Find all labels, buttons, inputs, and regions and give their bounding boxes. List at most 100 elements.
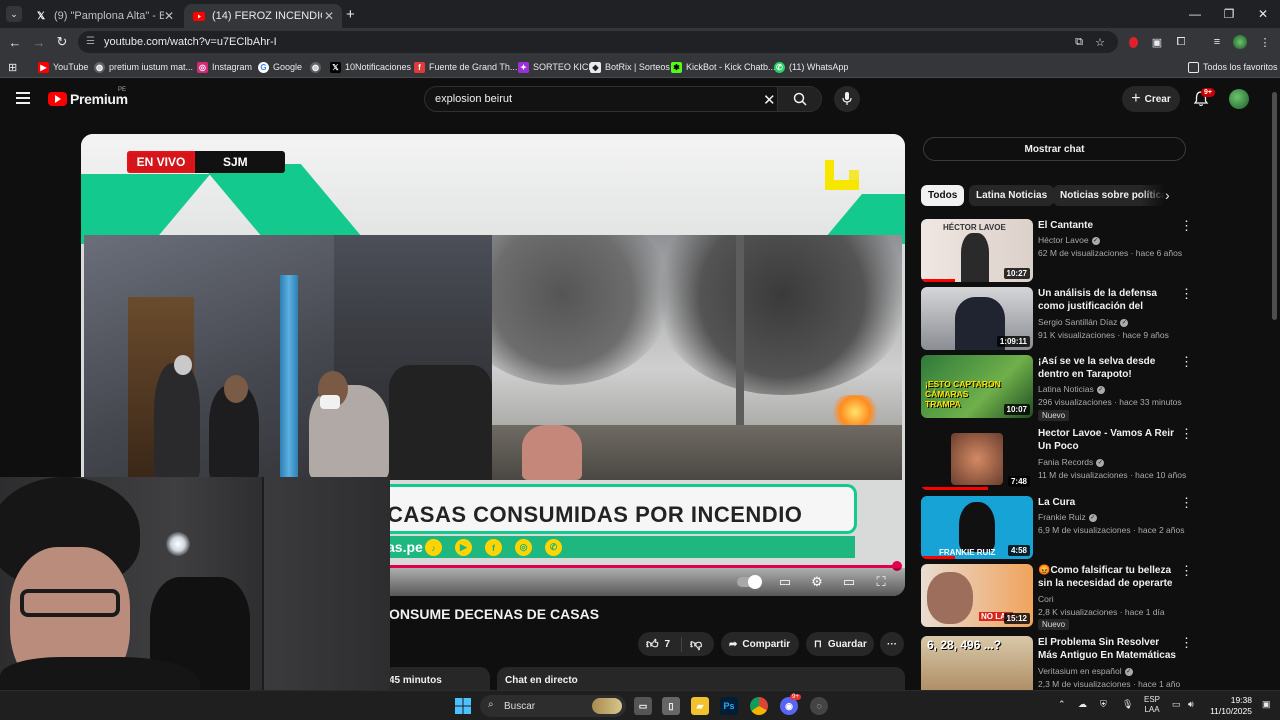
video-thumbnail[interactable]: HÉCTOR LAVOE 10:27: [921, 219, 1033, 282]
video-thumbnail[interactable]: 7:48: [921, 427, 1033, 490]
extension-icon[interactable]: ▣: [1149, 34, 1165, 50]
bookmark-whatsapp[interactable]: ✆ (11) WhatsApp: [774, 60, 848, 74]
reload-icon[interactable]: ↻: [53, 33, 71, 51]
recommendation-item[interactable]: 1:09:11 Un análisis de la defensa como j…: [921, 287, 1193, 351]
tab-youtube[interactable]: (14) FEROZ INCENDIO EN SAN ✕: [184, 4, 342, 28]
recommendation-item[interactable]: 7:48 Hector Lavoe - Vamos A Reir Un Poco…: [921, 427, 1193, 491]
video-thumbnail[interactable]: FRANKIE RUIZ 4:58: [921, 496, 1033, 559]
theater-mode-icon[interactable]: ▭: [840, 573, 858, 591]
tray-chevron-icon[interactable]: ⌃: [1058, 699, 1066, 710]
more-actions-button[interactable]: ···: [880, 632, 904, 656]
menu-icon[interactable]: [16, 92, 30, 104]
more-vert-icon[interactable]: ⋮: [1180, 636, 1191, 649]
volume-icon[interactable]: 🔊︎: [1188, 699, 1194, 710]
windows-start-icon[interactable]: [454, 697, 472, 715]
close-window-icon[interactable]: ✕: [1246, 0, 1280, 28]
bookmark-10notificaciones[interactable]: 𝕏 10Notificaciones: [330, 60, 411, 74]
extension-red-icon[interactable]: [1125, 34, 1141, 50]
app-icon[interactable]: ◌: [810, 697, 828, 715]
more-vert-icon[interactable]: ⋮: [1180, 496, 1193, 509]
chip-latina-noticias[interactable]: Latina Noticias: [969, 185, 1055, 206]
more-vert-icon[interactable]: ⋮: [1180, 287, 1193, 300]
show-chat-button[interactable]: Mostrar chat: [923, 137, 1186, 161]
recommendation-item[interactable]: ¡ESTO CAPTARON CÁMARAS TRAMPA 10:07 ¡Así…: [921, 355, 1193, 421]
bookmark-grand-theft[interactable]: f Fuente de Grand Th...: [414, 60, 517, 74]
bookmark-kickbot[interactable]: ✱ KickBot - Kick Chatb...: [671, 60, 776, 74]
system-clock[interactable]: 19:38 11/10/2025: [1204, 695, 1252, 717]
search-button[interactable]: [777, 87, 821, 111]
onedrive-icon[interactable]: ☁: [1078, 699, 1087, 710]
video-thumbnail[interactable]: 6, 28, 496 ...?: [921, 636, 1033, 690]
profile-avatar-icon[interactable]: [1232, 34, 1248, 50]
subtitles-icon[interactable]: ▭: [776, 573, 794, 591]
bookmark-star-icon[interactable]: ☆: [1092, 34, 1108, 50]
minimize-icon[interactable]: —: [1178, 0, 1212, 28]
language-indicator[interactable]: ESP LAA: [1144, 695, 1160, 715]
video-thumbnail[interactable]: ¡ESTO CAPTARON CÁMARAS TRAMPA 10:07: [921, 355, 1033, 418]
video-thumbnail[interactable]: 1:09:11: [921, 287, 1033, 350]
microphone-icon[interactable]: 🎙︎: [1122, 699, 1133, 710]
bookmark-youtube[interactable]: ▶ YouTube: [38, 60, 88, 74]
network-icon[interactable]: ▭: [1172, 699, 1181, 710]
tab-search-button[interactable]: ⌄: [6, 6, 22, 22]
bookmark-botrix[interactable]: ◆ BotRix | Sorteos: [590, 60, 670, 74]
more-vert-icon[interactable]: ⋮: [1180, 564, 1193, 577]
video-meta-box[interactable]: 45 minutos: [383, 667, 490, 691]
bookmark-instagram[interactable]: ◎ Instagram: [197, 60, 252, 74]
scrollbar-thumb[interactable]: [1272, 92, 1277, 320]
more-vert-icon[interactable]: ⋮: [1180, 219, 1193, 232]
avatar[interactable]: [1229, 89, 1249, 109]
social-strip: as.pe ♪ ▶ f ◎ ✆: [377, 536, 855, 558]
forward-icon[interactable]: →: [30, 33, 48, 51]
chevron-right-icon[interactable]: ›: [1165, 187, 1170, 203]
bookmark-sorteo-kick[interactable]: ✦ SORTEO KICK: [518, 60, 594, 74]
more-vert-icon[interactable]: ⋮: [1180, 427, 1193, 440]
recommendation-item[interactable]: NO LAS 15:12 😡Como falsificar tu belleza…: [921, 564, 1193, 630]
recommendation-item[interactable]: 6, 28, 496 ...? El Problema Sin Resolver…: [921, 636, 1191, 690]
more-vert-icon[interactable]: ⋮: [1180, 355, 1193, 368]
clear-search-icon[interactable]: ✕: [763, 91, 776, 109]
video-thumbnail[interactable]: NO LAS 15:12: [921, 564, 1033, 627]
back-icon[interactable]: ←: [6, 33, 24, 51]
file-explorer-icon[interactable]: ▰: [691, 697, 709, 715]
new-tab-icon[interactable]: +: [346, 6, 355, 23]
chrome-icon[interactable]: [750, 697, 768, 715]
all-bookmarks-folder[interactable]: Todos los favoritos: [1188, 60, 1278, 74]
recommendation-item[interactable]: HÉCTOR LAVOE 10:27 El Cantante Héctor La…: [921, 219, 1193, 283]
security-icon[interactable]: ⛨: [1100, 699, 1107, 710]
photoshop-icon[interactable]: Ps: [720, 697, 738, 715]
autoplay-toggle[interactable]: [737, 575, 762, 589]
tab-x-search[interactable]: 𝕏 (9) "Pamplona Alta" - Buscar / X ✕: [26, 4, 182, 28]
bookmark-unnamed[interactable]: ◍: [310, 60, 325, 74]
like-button[interactable]: 👍︎ 7: [638, 636, 682, 652]
restore-icon[interactable]: ❐: [1212, 0, 1246, 28]
fullscreen-icon[interactable]: ⛶: [872, 573, 890, 591]
close-tab-icon[interactable]: ✕: [324, 9, 334, 23]
extensions-puzzle-icon[interactable]: ⧠: [1173, 34, 1189, 50]
task-view-icon[interactable]: ▭: [634, 697, 652, 715]
chip-todos[interactable]: Todos: [921, 185, 965, 206]
browser-menu-icon[interactable]: ⋮: [1257, 34, 1273, 50]
cast-icon[interactable]: ⧉: [1071, 34, 1087, 50]
bookmark-google[interactable]: G Google: [258, 60, 302, 74]
notifications-icon[interactable]: ▣: [1262, 699, 1271, 710]
dislike-button[interactable]: 👎︎: [682, 637, 702, 652]
live-chat-header[interactable]: Chat en directo: [497, 667, 905, 691]
create-button[interactable]: + Crear: [1122, 86, 1180, 112]
search-input[interactable]: explosion beirut ✕: [424, 86, 822, 112]
taskbar-search[interactable]: ⌕ Buscar: [480, 695, 626, 717]
settings-gear-icon[interactable]: ⚙: [808, 573, 826, 591]
youtube-premium-logo[interactable]: Premium PE: [48, 87, 128, 107]
x-logo-icon: 𝕏: [36, 10, 46, 22]
apps-grid-icon[interactable]: ⊞: [8, 60, 17, 74]
share-button[interactable]: ➦ Compartir: [721, 632, 799, 656]
reading-list-icon[interactable]: ≡: [1209, 34, 1225, 50]
voice-search-button[interactable]: [834, 86, 860, 112]
recommendation-item[interactable]: FRANKIE RUIZ 4:58 La Cura Frankie Ruiz ✓ …: [921, 496, 1193, 560]
save-button[interactable]: ⊓ Guardar: [806, 632, 874, 656]
app-icon[interactable]: ▯: [662, 697, 680, 715]
close-tab-icon[interactable]: ✕: [164, 9, 174, 23]
site-info-icon[interactable]: ☰: [86, 36, 98, 48]
url-field[interactable]: ☰ youtube.com/watch?v=u7EClbAhr-I: [78, 31, 1118, 53]
bookmark-pretium[interactable]: ◍ pretium iustum mat...: [94, 60, 193, 74]
